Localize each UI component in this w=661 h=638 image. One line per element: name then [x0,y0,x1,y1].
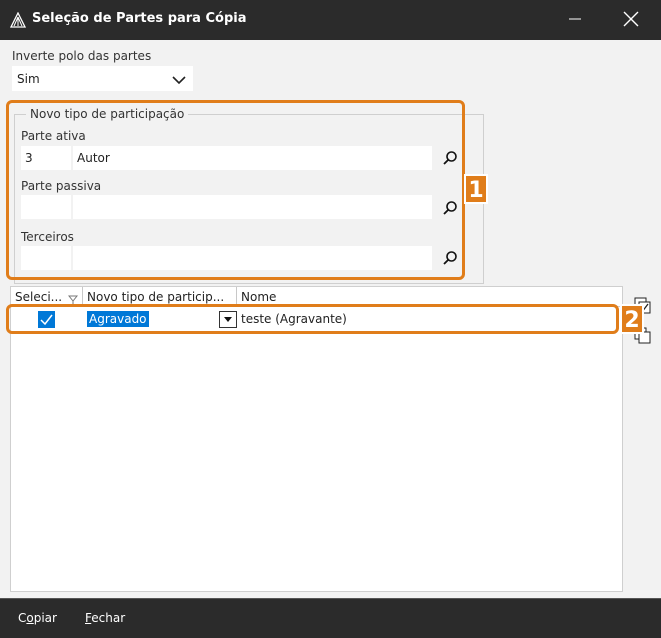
invert-value: Sim [17,72,40,86]
close-button[interactable]: Fechar [85,611,125,625]
callout-badge-1: 1 [464,174,488,204]
title-bar: Seleção de Partes para Cópia [0,0,661,40]
column-header-label: Novo tipo de particip... [87,290,225,304]
close-label-part: echar [91,611,126,625]
invert-select[interactable]: Sim [12,66,193,91]
copy-label-mnemonic: o [26,611,34,625]
callout-box-1 [6,100,465,280]
column-header-label: Nome [241,290,277,304]
window-title: Seleção de Partes para Cópia [32,11,247,26]
column-header-label: Seleci... [15,290,63,304]
chevron-down-icon [172,74,186,85]
dialog-content: Inverte polo das partes Sim Novo tipo de… [0,40,661,598]
close-window-button[interactable] [608,0,654,40]
footer-bar: Copiar Fechar [0,598,661,638]
callout-box-2 [6,304,619,334]
callout-badge-2: 2 [620,304,644,334]
minimize-icon [568,12,582,29]
app-logo-icon [9,11,27,28]
minimize-button[interactable] [552,0,598,40]
close-icon [623,11,639,30]
invert-label: Inverte polo das partes [12,49,152,63]
copy-button[interactable]: Copiar [18,611,57,625]
copy-label-part: piar [33,611,57,625]
